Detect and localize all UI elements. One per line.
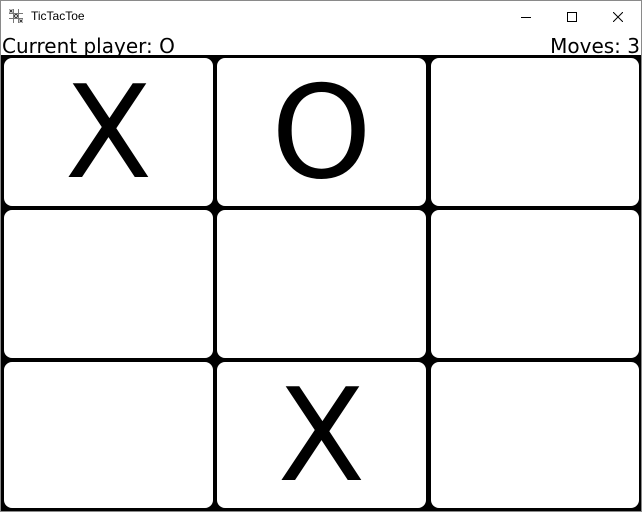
board-cell-r2-c1[interactable]	[4, 210, 213, 358]
cell-mark: X	[277, 362, 366, 508]
window-title: TicTacToe	[31, 9, 85, 23]
cell-mark: O	[271, 59, 372, 206]
tictactoe-app-icon[interactable]	[9, 9, 23, 23]
minimize-button[interactable]	[503, 1, 549, 32]
cell-mark: X	[64, 59, 153, 206]
board-cell-r1-c2[interactable]: O	[217, 58, 426, 206]
app-window: TicTacToe Current player: O Moves: 3 X O…	[0, 0, 642, 512]
maximize-icon	[567, 11, 577, 22]
board-cell-r3-c2[interactable]: X	[217, 362, 426, 508]
close-button[interactable]	[595, 1, 641, 32]
board-cell-r1-c3[interactable]	[431, 58, 639, 206]
board-cell-r1-c1[interactable]: X	[4, 58, 213, 206]
close-icon	[613, 11, 623, 22]
status-bar: Current player: O Moves: 3	[1, 32, 641, 58]
board-cell-r3-c1[interactable]	[4, 362, 213, 508]
game-board: X O X	[1, 55, 641, 511]
maximize-button[interactable]	[549, 1, 595, 32]
board-cell-r2-c2[interactable]	[217, 210, 426, 358]
minimize-icon	[521, 12, 531, 22]
board-cell-r2-c3[interactable]	[431, 210, 639, 358]
board-cell-r3-c3[interactable]	[431, 362, 639, 508]
title-bar[interactable]: TicTacToe	[1, 1, 641, 32]
